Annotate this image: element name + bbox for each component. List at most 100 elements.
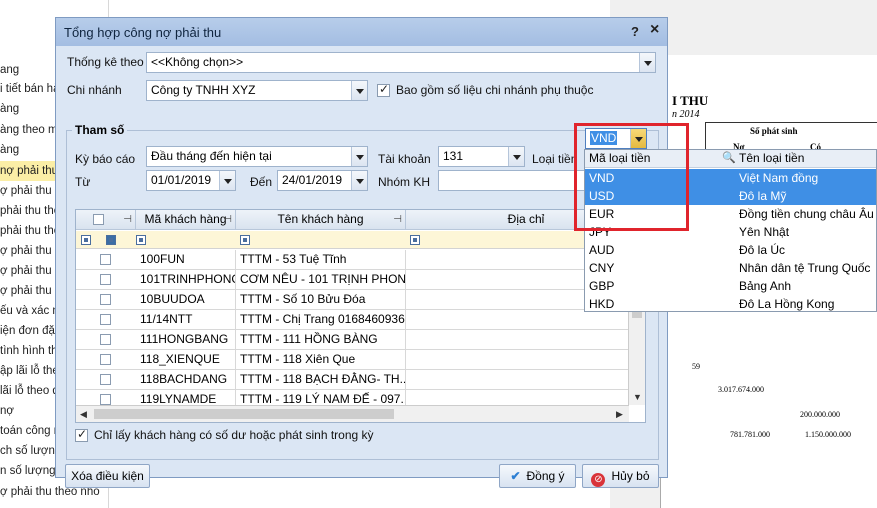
- report-value: 59: [692, 362, 700, 371]
- cancel-label: Hủy bỏ: [611, 469, 650, 483]
- close-icon[interactable]: ×: [650, 21, 659, 39]
- table-row[interactable]: 100FUN TTTM - 53 Tuệ Tĩnh: [76, 250, 629, 270]
- ky-bao-cao-select[interactable]: Đầu tháng đến hiện tại: [146, 146, 368, 167]
- row-checkbox[interactable]: [100, 334, 111, 345]
- cell-name: TTTM - 118 BẠCH ĐẰNG- TH...: [236, 370, 406, 390]
- chevron-down-icon[interactable]: [351, 81, 367, 100]
- cell-name: TTTM - 53 Tuệ Tĩnh: [236, 250, 406, 270]
- row-checkbox[interactable]: [100, 394, 111, 405]
- tree-item[interactable]: àng: [0, 99, 19, 119]
- den-date-value: 24/01/2019: [282, 173, 343, 187]
- option-name: Đô la Úc: [739, 243, 786, 257]
- cell-name: TTTM - 118 Xiên Que: [236, 350, 406, 370]
- report-subtitle: n 2014: [672, 109, 700, 120]
- report-value: 200.000.000: [800, 410, 840, 419]
- cell-code: 111HONGBANG: [136, 330, 236, 350]
- tree-item[interactable]: ang: [0, 60, 19, 80]
- scroll-down-icon[interactable]: ▼: [633, 392, 642, 402]
- help-icon[interactable]: ?: [631, 24, 639, 39]
- clear-conditions-button[interactable]: Xóa điều kiện: [65, 464, 150, 488]
- scroll-right-icon[interactable]: ▶: [616, 409, 623, 420]
- nhom-kh-label: Nhóm KH: [378, 175, 431, 189]
- grid-header-name[interactable]: Tên khách hàng ⊣: [236, 210, 406, 230]
- chi-nhanh-select[interactable]: Công ty TNHH XYZ: [146, 80, 368, 101]
- option-name: Đồng tiền chung châu Âu: [739, 207, 874, 221]
- row-checkbox[interactable]: [100, 294, 111, 305]
- tree-item[interactable]: phải thu the: [0, 221, 60, 241]
- currency-option-cny[interactable]: CNY Nhân dân tệ Trung Quốc: [585, 259, 876, 277]
- loai-tien-label: Loại tiền: [532, 152, 578, 166]
- header-name-label: Tên loại tiền: [739, 151, 805, 165]
- table-row[interactable]: 10BUUDOA TTTM - Số 10 Bửu Đóa: [76, 290, 629, 310]
- grid-header-code[interactable]: Mã khách hàng ⊣: [136, 210, 236, 230]
- chi-lay-checkbox[interactable]: [75, 427, 88, 442]
- table-row[interactable]: 118_XIENQUE TTTM - 118 Xiên Que: [76, 350, 629, 370]
- chevron-down-icon[interactable]: [508, 147, 524, 166]
- filter-icon[interactable]: [81, 235, 91, 245]
- nhom-kh-select[interactable]: [438, 170, 586, 191]
- option-name: Việt Nam đồng: [739, 171, 819, 185]
- pin-icon[interactable]: ⊣: [123, 210, 132, 229]
- grid-header-label: Tên khách hàng: [277, 212, 364, 226]
- thong-ke-label: Thống kê theo: [67, 55, 144, 69]
- tai-khoan-select[interactable]: 131: [438, 146, 525, 167]
- cell-name: TTTM - Chị Trang 01684609369: [236, 310, 406, 330]
- tree-item[interactable]: ếu và xác n: [0, 301, 59, 321]
- dialog-titlebar[interactable]: Tổng hợp công nợ phải thu ? ×: [56, 18, 667, 46]
- chevron-down-icon[interactable]: [639, 53, 655, 72]
- table-row[interactable]: 111HONGBANG TTTM - 111 HỒNG BÀNG: [76, 330, 629, 350]
- table-row[interactable]: 11/14NTT TTTM - Chị Trang 01684609369: [76, 310, 629, 330]
- tree-item[interactable]: nợ: [0, 401, 14, 421]
- den-date-field[interactable]: 24/01/2019: [277, 170, 368, 191]
- tree-item[interactable]: lãi lỗ theo đ: [0, 381, 59, 401]
- cell-code: 118_XIENQUE: [136, 350, 236, 370]
- option-name: Yên Nhật: [739, 225, 790, 239]
- row-checkbox[interactable]: [100, 254, 111, 265]
- currency-option-hkd[interactable]: HKD Đô La Hồng Kong: [585, 295, 876, 313]
- tree-item[interactable]: i tiết bán hà: [0, 79, 59, 99]
- scroll-thumb[interactable]: [94, 409, 394, 419]
- tu-date-field[interactable]: 01/01/2019: [146, 170, 236, 191]
- row-checkbox[interactable]: [100, 354, 111, 365]
- bao-gom-checkbox[interactable]: [377, 82, 390, 97]
- report-title: I THU: [672, 93, 709, 108]
- cell-code: 101TRINHPHONG: [136, 270, 236, 290]
- row-checkbox[interactable]: [100, 314, 111, 325]
- currency-option-gbp[interactable]: GBP Bảng Anh: [585, 277, 876, 295]
- filter-icon[interactable]: [410, 235, 420, 245]
- den-label: Đến: [250, 175, 273, 189]
- tree-item[interactable]: toán công n: [0, 421, 60, 441]
- chevron-down-icon[interactable]: [219, 171, 235, 190]
- option-code: GBP: [589, 279, 615, 293]
- tree-item[interactable]: phải thu the: [0, 201, 60, 221]
- option-name: Bảng Anh: [739, 279, 792, 293]
- select-all-checkbox[interactable]: [93, 214, 104, 225]
- chevron-down-icon[interactable]: [351, 171, 367, 190]
- highlight-annotation-box: [574, 123, 689, 231]
- binoculars-icon: 🔍: [722, 152, 736, 164]
- table-row[interactable]: 119LYNAMDE TTTM - 119 LÝ NAM ĐẾ - 097...: [76, 390, 629, 406]
- grid-header-select[interactable]: ⊣: [76, 210, 136, 230]
- row-checkbox[interactable]: [100, 374, 111, 385]
- filter-icon[interactable]: [106, 235, 116, 245]
- grid-filter-row[interactable]: [76, 231, 645, 249]
- table-row[interactable]: 101TRINHPHONG CƠM NÊU - 101 TRỊNH PHON..…: [76, 270, 629, 290]
- chevron-down-icon[interactable]: [351, 147, 367, 166]
- filter-icon[interactable]: [240, 235, 250, 245]
- filter-icon[interactable]: [136, 235, 146, 245]
- ok-button[interactable]: ✔ Đồng ý: [499, 464, 576, 488]
- pin-icon[interactable]: ⊣: [393, 210, 402, 229]
- table-row[interactable]: 118BACHDANG TTTM - 118 BẠCH ĐẰNG- TH...: [76, 370, 629, 390]
- tree-item[interactable]: àng: [0, 140, 19, 160]
- chi-nhanh-label: Chi nhánh: [67, 83, 122, 97]
- tree-item[interactable]: ch số lượng: [0, 441, 61, 461]
- grid-horizontal-scrollbar[interactable]: ◀ ▶: [76, 405, 629, 422]
- thong-ke-select[interactable]: <<Không chọn>>: [146, 52, 656, 73]
- cancel-button[interactable]: ⊘ Hủy bỏ: [582, 464, 659, 488]
- row-checkbox[interactable]: [100, 274, 111, 285]
- currency-option-aud[interactable]: AUD Đô la Úc: [585, 241, 876, 259]
- scroll-left-icon[interactable]: ◀: [80, 409, 87, 420]
- tree-item[interactable]: iện đơn đặt: [0, 321, 58, 341]
- pin-icon[interactable]: ⊣: [223, 210, 232, 229]
- option-code: CNY: [589, 261, 615, 275]
